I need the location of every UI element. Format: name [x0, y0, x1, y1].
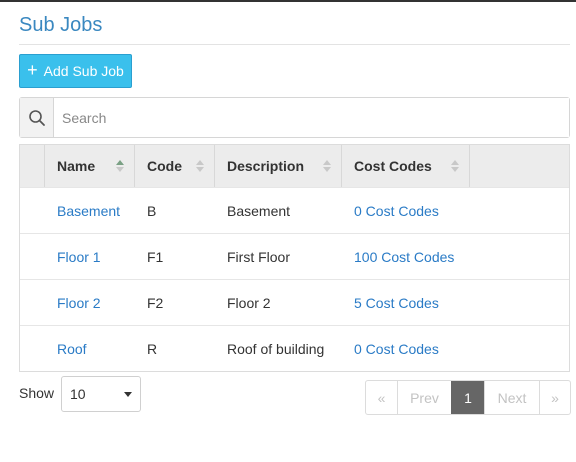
- sub-job-name-link[interactable]: Floor 2: [57, 295, 101, 311]
- row-filler: [470, 326, 569, 371]
- sub-job-description: First Floor: [227, 248, 290, 265]
- row-spacer: [20, 280, 45, 325]
- table-row: Basement B Basement 0 Cost Codes: [20, 187, 569, 233]
- page-size-value: 10: [70, 386, 86, 402]
- page-title: Sub Jobs: [19, 14, 103, 36]
- sub-job-name-link[interactable]: Floor 1: [57, 249, 101, 265]
- search-bar: [19, 97, 570, 138]
- last-page-button[interactable]: »: [539, 381, 570, 414]
- column-header-label: Description: [227, 158, 305, 174]
- column-header-label: Name: [57, 158, 96, 174]
- sub-job-description: Basement: [227, 202, 291, 219]
- column-header-label: Code: [147, 158, 182, 174]
- table-row: Floor 2 F2 Floor 2 5 Cost Codes: [20, 279, 569, 325]
- row-filler: [470, 188, 569, 233]
- row-spacer: [20, 188, 45, 233]
- row-spacer: [20, 326, 45, 371]
- header-spacer: [20, 145, 45, 187]
- header-filler: [470, 145, 569, 187]
- column-header-label: Cost Codes: [354, 158, 432, 174]
- sort-icon: [323, 160, 331, 172]
- plus-icon: +: [27, 60, 38, 80]
- add-sub-job-button[interactable]: + Add Sub Job: [19, 54, 132, 88]
- table-row: Floor 1 F1 First Floor 100 Cost Codes: [20, 233, 569, 279]
- show-label: Show: [19, 385, 55, 401]
- sub-job-code: R: [147, 340, 158, 357]
- title-divider: [19, 44, 570, 45]
- column-header-name[interactable]: Name: [45, 145, 135, 187]
- sort-ascending-icon: [116, 160, 124, 172]
- top-border: [0, 0, 576, 2]
- table-row: Roof R Roof of building 0 Cost Codes: [20, 325, 569, 371]
- sub-job-name-link[interactable]: Roof: [57, 341, 87, 357]
- sub-job-code: B: [147, 202, 157, 219]
- column-header-cost-codes[interactable]: Cost Codes: [342, 145, 470, 187]
- search-icon[interactable]: [20, 98, 54, 137]
- sub-job-description: Floor 2: [227, 294, 271, 311]
- sub-job-code: F2: [147, 294, 164, 311]
- add-sub-job-label: Add Sub Job: [43, 63, 124, 79]
- first-page-button[interactable]: «: [366, 381, 397, 414]
- sub-job-name-link[interactable]: Basement: [57, 203, 120, 219]
- cost-codes-link[interactable]: 100 Cost Codes: [354, 249, 454, 265]
- row-filler: [470, 280, 569, 325]
- prev-page-button[interactable]: Prev: [397, 381, 451, 414]
- column-header-code[interactable]: Code: [135, 145, 215, 187]
- cost-codes-link[interactable]: 0 Cost Codes: [354, 203, 439, 219]
- table-header-row: Name Code Description Cost Codes: [20, 145, 569, 187]
- sub-jobs-table: Name Code Description Cost Codes Basemen…: [19, 144, 570, 372]
- sort-icon: [451, 160, 459, 172]
- sort-icon: [196, 160, 204, 172]
- cost-codes-link[interactable]: 5 Cost Codes: [354, 295, 439, 311]
- caret-down-icon: [124, 391, 132, 397]
- current-page-button[interactable]: 1: [451, 381, 484, 414]
- cost-codes-link[interactable]: 0 Cost Codes: [354, 341, 439, 357]
- column-header-description[interactable]: Description: [215, 145, 342, 187]
- search-input[interactable]: [54, 98, 569, 137]
- page-size-select[interactable]: 10: [61, 376, 141, 412]
- next-page-button[interactable]: Next: [484, 381, 539, 414]
- row-spacer: [20, 234, 45, 279]
- sub-job-code: F1: [147, 248, 164, 265]
- pagination: « Prev 1 Next »: [365, 380, 571, 415]
- sub-job-description: Roof of building: [227, 340, 325, 357]
- row-filler: [470, 234, 569, 279]
